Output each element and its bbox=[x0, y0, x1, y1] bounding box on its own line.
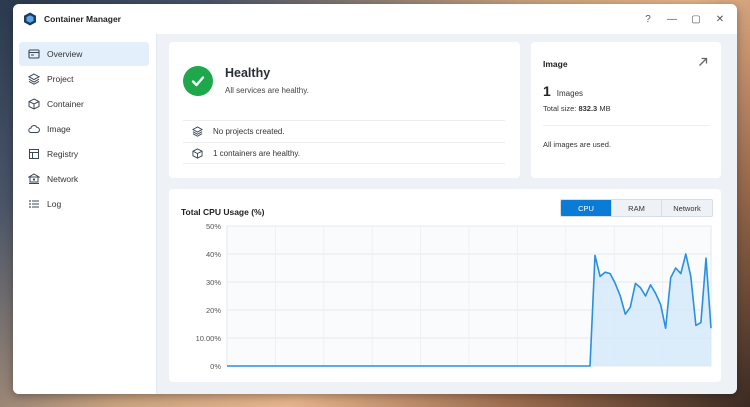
image-card-title: Image bbox=[543, 59, 568, 69]
image-size-label: Total size: bbox=[543, 104, 577, 113]
containers-status-row: 1 containers are healthy. bbox=[183, 142, 505, 164]
sidebar-item-overview[interactable]: Overview bbox=[19, 42, 149, 66]
sidebar-item-registry[interactable]: Registry bbox=[19, 142, 149, 166]
projects-status-text: No projects created. bbox=[213, 126, 285, 136]
sidebar-item-label: Log bbox=[47, 199, 62, 209]
y-tick-label: 30% bbox=[206, 278, 221, 287]
sidebar-item-container[interactable]: Container bbox=[19, 92, 149, 116]
minimize-button[interactable]: — bbox=[665, 12, 679, 26]
image-count: 1 bbox=[543, 83, 551, 99]
registry-icon bbox=[28, 148, 40, 160]
cpu-usage-chart: 0% 10.00% 20% 30% 40% 50% bbox=[196, 222, 712, 371]
sidebar-item-network[interactable]: Network bbox=[19, 167, 149, 191]
sidebar-item-log[interactable]: Log bbox=[19, 192, 149, 216]
projects-status-row: No projects created. bbox=[183, 120, 505, 141]
layers-icon bbox=[191, 125, 203, 137]
y-tick-label: 0% bbox=[210, 362, 221, 371]
divider bbox=[543, 125, 709, 126]
image-count-line: 1 Images bbox=[543, 83, 583, 99]
y-tick-label: 50% bbox=[206, 222, 221, 231]
app-title: Container Manager bbox=[44, 14, 121, 24]
image-total-size: Total size: 832.3 MB bbox=[543, 104, 611, 113]
health-subtitle: All services are healthy. bbox=[225, 86, 309, 95]
health-status-card: Healthy All services are healthy. No pro… bbox=[169, 42, 520, 178]
open-external-arrow-icon[interactable] bbox=[697, 56, 709, 68]
title-bar: Container Manager ? — ▢ ✕ bbox=[13, 4, 737, 34]
image-usage-status: All images are used. bbox=[543, 140, 611, 149]
y-tick-label: 10.00% bbox=[196, 334, 222, 343]
container-manager-window: Container Manager ? — ▢ ✕ Overview Proje… bbox=[13, 4, 737, 394]
containers-status-text: 1 containers are healthy. bbox=[213, 148, 301, 158]
overview-icon bbox=[28, 48, 40, 60]
sidebar-item-label: Project bbox=[47, 74, 74, 84]
maximize-button[interactable]: ▢ bbox=[689, 12, 703, 26]
window-controls: ? — ▢ ✕ bbox=[641, 12, 727, 26]
y-tick-label: 40% bbox=[206, 250, 221, 259]
container-manager-logo-icon bbox=[24, 12, 36, 26]
image-summary-card: Image 1 Images Total size: 832.3 MB All … bbox=[531, 42, 721, 178]
sidebar-item-label: Overview bbox=[47, 49, 83, 59]
image-size-value: 832.3 bbox=[578, 104, 598, 113]
sidebar-item-project[interactable]: Project bbox=[19, 67, 149, 91]
health-title: Healthy bbox=[225, 66, 271, 80]
sidebar-item-label: Container bbox=[47, 99, 84, 109]
cpu-usage-card: Total CPU Usage (%) CPU RAM Network 0% 10… bbox=[169, 189, 721, 382]
cloud-icon bbox=[28, 123, 40, 135]
cube-icon bbox=[28, 98, 40, 110]
sidebar-item-label: Network bbox=[47, 174, 79, 184]
network-icon bbox=[28, 173, 40, 185]
help-button[interactable]: ? bbox=[641, 12, 655, 26]
image-size-unit: MB bbox=[599, 104, 611, 113]
healthy-check-icon bbox=[183, 66, 213, 96]
image-count-label: Images bbox=[556, 89, 584, 98]
close-button[interactable]: ✕ bbox=[713, 12, 727, 26]
sidebar-item-label: Registry bbox=[47, 149, 79, 159]
sidebar: Overview Project Container Image Registr… bbox=[13, 34, 157, 394]
log-list-icon bbox=[28, 198, 40, 210]
sidebar-item-image[interactable]: Image bbox=[19, 117, 149, 141]
layers-icon bbox=[28, 73, 40, 85]
sidebar-item-label: Image bbox=[47, 124, 71, 134]
cube-icon bbox=[191, 147, 203, 159]
y-tick-label: 20% bbox=[206, 306, 221, 315]
